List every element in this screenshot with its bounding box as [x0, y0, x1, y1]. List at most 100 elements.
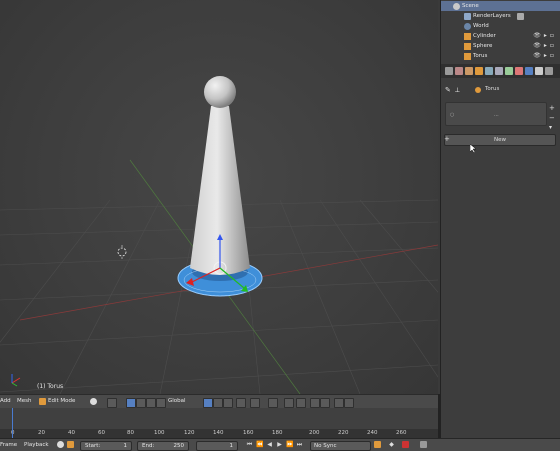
outliner-item-renderlayers[interactable]: RenderLayers	[441, 11, 560, 21]
snap-target-icon[interactable]	[284, 398, 294, 408]
manipulator-toggle-icon[interactable]	[126, 398, 136, 408]
timeline-tick: 240	[367, 430, 378, 436]
start-frame-field[interactable]: Start: 1	[80, 440, 132, 451]
translate-icon[interactable]	[136, 398, 146, 408]
add-slot-button[interactable]: +	[549, 104, 555, 112]
pin-icon[interactable]: ✎	[445, 86, 451, 94]
timeline-tick: 260	[396, 430, 407, 436]
add-menu[interactable]: Add	[0, 398, 11, 404]
visibility-icons[interactable]: 👁▸▫	[533, 31, 557, 41]
mode-selector[interactable]: Edit Mode	[48, 398, 75, 404]
constraints-tab-icon[interactable]	[485, 67, 493, 75]
timeline-tick: 160	[243, 430, 254, 436]
preview-range-icon[interactable]	[67, 441, 74, 448]
slot-menu-button[interactable]: ▾	[549, 124, 552, 131]
mesh-menu[interactable]: Mesh	[17, 398, 31, 404]
scale-icon[interactable]	[156, 398, 166, 408]
end-label: End:	[142, 442, 155, 449]
mouse-pointer-icon	[470, 144, 477, 154]
outliner-item-world[interactable]: World	[441, 21, 560, 31]
current-frame-field[interactable]: 1	[196, 440, 238, 451]
timeline-tick: 60	[98, 430, 105, 436]
renderlayers-icon	[464, 12, 471, 20]
slot-value: ...	[494, 112, 499, 118]
play-reverse-icon[interactable]: ◀	[266, 441, 273, 448]
prev-keyframe-icon[interactable]: ⏪	[256, 441, 263, 448]
axis-gizmo	[11, 374, 21, 387]
sync-selector[interactable]: No Sync	[310, 440, 371, 451]
rotate-icon[interactable]	[146, 398, 156, 408]
outliner-item-cylinder[interactable]: Cylinder 👁▸▫	[441, 31, 560, 41]
outliner[interactable]: Scene RenderLayers World Cylinder 👁▸▫ Sp…	[440, 0, 560, 64]
object-name: Torus	[485, 86, 500, 92]
timeline-tick: 40	[68, 430, 75, 436]
timeline-playhead[interactable]	[12, 408, 13, 438]
keying-set-icon[interactable]	[420, 441, 427, 448]
layer-2-icon[interactable]	[320, 398, 330, 408]
limit-selection-icon[interactable]	[236, 398, 246, 408]
layer-1-icon[interactable]	[310, 398, 320, 408]
timeline-tick: 220	[338, 430, 349, 436]
snap-icon[interactable]	[268, 398, 278, 408]
vertex-select-icon[interactable]	[203, 398, 213, 408]
timeline-track[interactable]	[0, 408, 438, 429]
material-tab-icon[interactable]	[515, 67, 523, 75]
start-label: Start:	[85, 442, 101, 449]
viewport-scene	[0, 76, 438, 394]
outliner-item-scene[interactable]: Scene	[441, 1, 560, 11]
render-animation-icon[interactable]	[344, 398, 354, 408]
timeline-ruler[interactable]: 0 20 40 60 80 100 120 140 160 180 200 22…	[0, 429, 438, 438]
data-tab-icon[interactable]	[505, 67, 513, 75]
orientation-selector[interactable]: Global	[168, 398, 186, 404]
face-select-icon[interactable]	[223, 398, 233, 408]
pivot-icon[interactable]	[107, 398, 117, 408]
timeline-tick: 100	[154, 430, 165, 436]
keying-icon[interactable]	[57, 441, 64, 448]
new-material-button[interactable]: New	[444, 134, 556, 146]
outliner-item-sphere[interactable]: Sphere 👁▸▫	[441, 41, 560, 51]
outliner-item-label: World	[473, 23, 489, 29]
panel-divider[interactable]	[438, 394, 440, 438]
properties-tabs	[440, 64, 560, 78]
snap-element-icon[interactable]	[296, 398, 306, 408]
particles-tab-icon[interactable]	[535, 67, 543, 75]
active-object-label: (1) Torus	[37, 383, 64, 390]
jump-start-icon[interactable]: ⏮	[246, 441, 253, 448]
render-preview-icon[interactable]	[334, 398, 344, 408]
object-icon	[475, 87, 481, 93]
visibility-icons[interactable]: 👁▸▫	[533, 41, 557, 51]
end-frame-field[interactable]: End: 250	[137, 440, 189, 451]
outliner-item-torus[interactable]: Torus 👁▸▫	[441, 51, 560, 61]
visibility-icons[interactable]: 👁▸▫	[533, 51, 557, 61]
modifiers-tab-icon[interactable]	[495, 67, 503, 75]
scene-icon	[453, 2, 460, 10]
texture-tab-icon[interactable]	[525, 67, 533, 75]
object-tab-icon[interactable]	[475, 67, 483, 75]
material-slot-list[interactable]: ○ ...	[445, 102, 547, 126]
timeline-tick: 80	[127, 430, 134, 436]
next-keyframe-icon[interactable]: ⏩	[286, 441, 293, 448]
playback-menu[interactable]: Playback	[24, 442, 49, 448]
world-tab-icon[interactable]	[465, 67, 473, 75]
timeline-tick: 20	[38, 430, 45, 436]
physics-tab-icon[interactable]	[545, 67, 553, 75]
shading-icon[interactable]	[90, 398, 97, 405]
mode-icon	[39, 398, 46, 405]
scene-tab-icon[interactable]	[455, 67, 463, 75]
current-frame-value: 1	[229, 442, 234, 449]
jump-end-icon[interactable]: ⏭	[296, 441, 303, 448]
sphere-object[interactable]	[204, 76, 236, 108]
play-icon[interactable]: ▶	[276, 441, 283, 448]
record-icon[interactable]	[402, 441, 409, 448]
remove-slot-button[interactable]: −	[549, 114, 555, 122]
keyframe-insert-icon[interactable]: ◆	[388, 441, 395, 448]
auto-key-icon[interactable]	[374, 441, 381, 448]
proportional-edit-icon[interactable]	[250, 398, 260, 408]
3d-viewport[interactable]: (1) Torus	[0, 0, 438, 394]
outliner-item-label: Scene	[462, 3, 479, 9]
frame-menu[interactable]: Frame	[0, 442, 17, 448]
render-tab-icon[interactable]	[445, 67, 453, 75]
3d-cursor	[117, 245, 127, 259]
end-value: 250	[173, 442, 185, 449]
edge-select-icon[interactable]	[213, 398, 223, 408]
